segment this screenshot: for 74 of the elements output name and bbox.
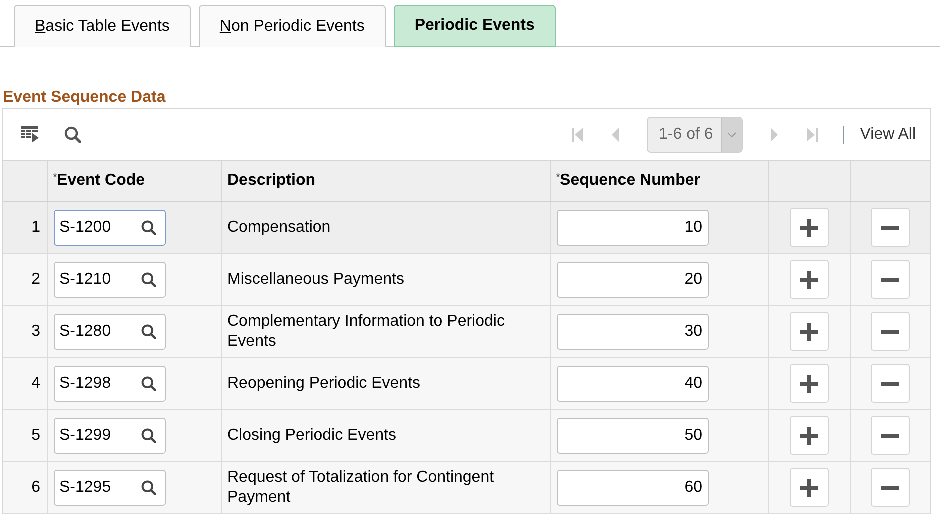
sequence-field[interactable]: 50 <box>556 418 708 454</box>
section-title: Event Sequence Data <box>3 88 167 108</box>
plus-icon <box>800 478 818 496</box>
row-number: 5 <box>30 426 40 444</box>
plus-icon <box>800 218 818 236</box>
minus-icon <box>881 278 900 282</box>
event-code-field[interactable]: S-1280 <box>54 314 166 350</box>
event-code-field[interactable]: S-1200 <box>54 210 166 246</box>
add-row-button[interactable] <box>790 208 828 247</box>
lookup-icon[interactable] <box>140 272 156 288</box>
event-code-field[interactable]: S-1298 <box>54 366 166 402</box>
search-icon[interactable] <box>64 126 82 144</box>
lookup-icon[interactable] <box>140 428 156 444</box>
description-text: Reopening Periodic Events <box>228 374 422 394</box>
minus-icon <box>881 434 900 438</box>
description-text: Request of Totalization for Contingent Payment <box>228 468 496 508</box>
minus-icon <box>881 486 900 490</box>
delete-row-button[interactable] <box>870 260 910 299</box>
row-number: 4 <box>30 374 40 392</box>
lookup-icon[interactable] <box>140 324 156 340</box>
table-row[interactable]: 6 S-1295 Request of Totalization for Contingent Payment 60 <box>3 462 930 514</box>
sequence-field[interactable]: 60 <box>556 470 708 506</box>
delete-row-button[interactable] <box>870 312 910 351</box>
add-row-button[interactable] <box>790 260 828 299</box>
column-header: Description <box>228 172 316 189</box>
tab[interactable]: Basic Table Events <box>14 5 191 47</box>
plus-icon <box>800 374 818 392</box>
minus-icon <box>881 330 900 334</box>
delete-row-button[interactable] <box>870 364 910 403</box>
tab[interactable]: Periodic Events <box>394 5 556 47</box>
sequence-field[interactable]: 20 <box>556 262 708 298</box>
row-number: 6 <box>30 478 40 496</box>
event-code-field[interactable]: S-1299 <box>54 418 166 454</box>
table-row[interactable]: 3 S-1280 Complementary Information to Periodic Events 30 <box>3 306 930 358</box>
page-range-dropdown[interactable]: 1-6 of 6 <box>647 116 744 152</box>
add-row-button[interactable] <box>790 468 828 507</box>
required-mark: * <box>556 172 560 182</box>
add-row-button[interactable] <box>790 364 828 403</box>
minus-icon <box>881 226 900 230</box>
description-text: Compensation <box>228 218 332 238</box>
delete-row-button[interactable] <box>870 468 910 507</box>
lookup-icon[interactable] <box>140 376 156 392</box>
sequence-field[interactable]: 30 <box>556 314 708 350</box>
table-row[interactable]: 4 S-1298 Reopening Periodic Events 40 <box>3 358 930 410</box>
delete-row-button[interactable] <box>870 416 910 455</box>
column-header: Sequence Number <box>560 172 700 189</box>
personalize-grid-icon[interactable] <box>21 126 40 143</box>
add-row-button[interactable] <box>790 416 828 455</box>
lookup-icon[interactable] <box>140 480 156 496</box>
minus-icon <box>881 382 900 386</box>
sequence-field[interactable]: 40 <box>556 366 708 402</box>
sequence-field[interactable]: 10 <box>556 210 708 246</box>
description-text: Complementary Information to Periodic Events <box>228 312 506 352</box>
chevron-down-icon <box>727 132 738 138</box>
row-number: 2 <box>30 270 40 288</box>
plus-icon <box>800 426 818 444</box>
description-text: Closing Periodic Events <box>228 426 398 446</box>
add-row-button[interactable] <box>790 312 828 351</box>
view-all-link[interactable]: View All <box>860 126 916 144</box>
table-row[interactable]: 1 S-1200 Compensation 10 <box>3 202 930 254</box>
plus-icon <box>800 322 818 340</box>
row-number: 1 <box>30 218 40 236</box>
description-text: Miscellaneous Payments <box>228 270 406 290</box>
tab[interactable]: Non Periodic Events <box>198 5 386 47</box>
table-row[interactable]: 2 S-1210 Miscellaneous Payments 20 <box>3 254 930 306</box>
event-code-field[interactable]: S-1210 <box>54 262 166 298</box>
row-number: 3 <box>30 322 40 340</box>
column-header: Event Code <box>57 172 146 189</box>
required-mark: * <box>54 172 58 182</box>
table-row[interactable]: 5 S-1299 Closing Periodic Events 50 <box>3 410 930 462</box>
delete-row-button[interactable] <box>870 208 910 247</box>
plus-icon <box>800 270 818 288</box>
event-code-field[interactable]: S-1295 <box>54 470 166 506</box>
lookup-icon[interactable] <box>140 220 156 236</box>
